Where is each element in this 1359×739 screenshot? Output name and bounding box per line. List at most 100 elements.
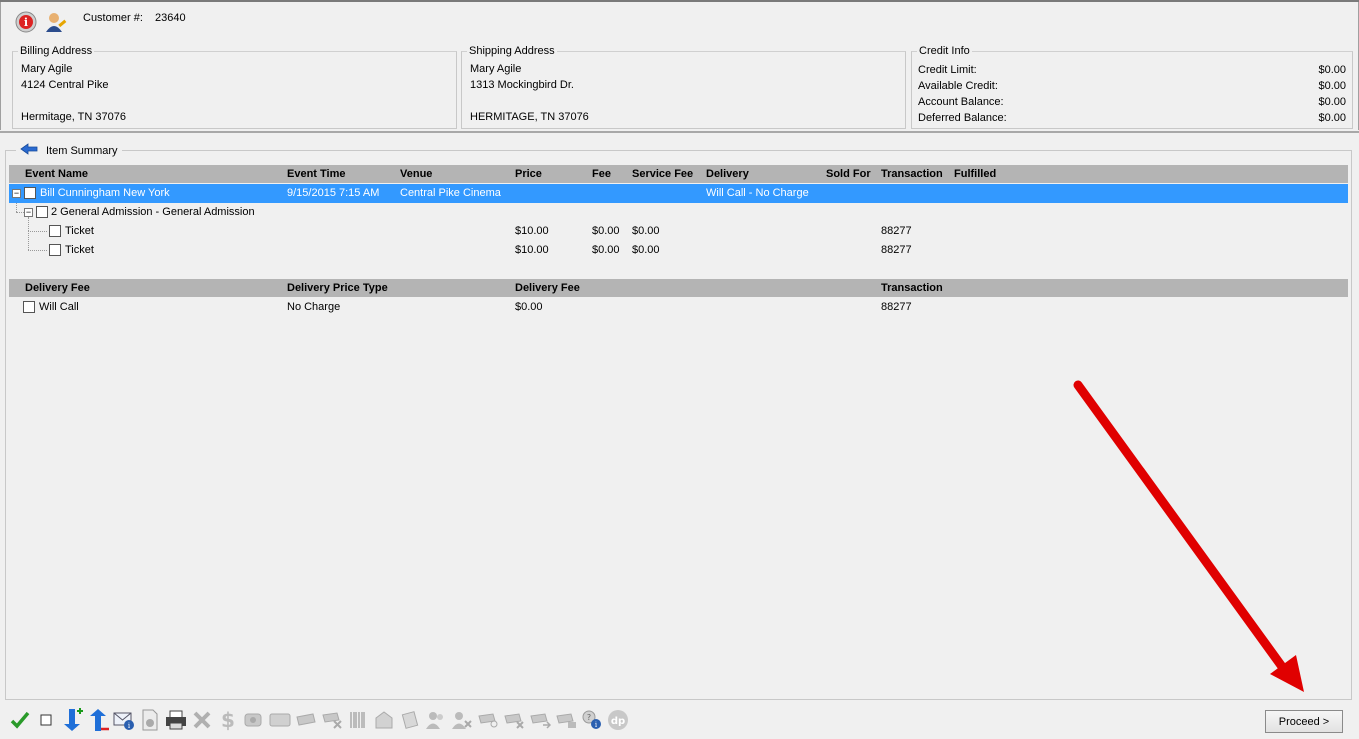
credit-info-legend: Credit Info [917,45,972,57]
event-name: Bill Cunningham New York [40,187,170,199]
shipping-address-legend: Shipping Address [467,45,557,57]
available-credit-label: Available Credit: [918,80,998,92]
deferred-balance-label: Deferred Balance: [918,112,1007,124]
tree-line [16,212,24,213]
event-time: 9/15/2015 7:15 AM [287,187,380,199]
col-event-name[interactable]: Event Name [25,168,88,180]
ticket-transaction: 88277 [881,244,912,256]
printer-icon[interactable] [164,707,187,732]
ticket-transaction: 88277 [881,225,912,237]
billing-address-legend: Billing Address [18,45,95,57]
col-delivery-fee[interactable]: Delivery Fee [25,282,90,294]
col-fulfilled[interactable]: Fulfilled [954,168,996,180]
proceed-button[interactable]: Proceed > [1265,710,1343,733]
ticket-name: Ticket [65,225,94,237]
customer-header: i Customer #: 23640 Billing Address Mary… [0,2,1359,130]
ticket-fee: $0.00 [592,244,620,256]
item-summary-panel: Item Summary Event Name Event Time Venue… [5,143,1352,700]
col-delivery-price-type[interactable]: Delivery Price Type [287,282,388,294]
col-sold-for[interactable]: Sold For [826,168,871,180]
shipping-street: 1313 Mockingbird Dr. [470,79,574,91]
users-icon [424,707,447,732]
ticket-print-icon [554,707,577,732]
credit-limit-label: Credit Limit: [918,64,977,76]
move-up-remove-icon[interactable] [86,707,109,732]
credit-limit-row: Credit Limit: $0.00 [918,64,1346,76]
delivery-grid-header: Delivery Fee Delivery Price Type Deliver… [9,279,1348,297]
dp-logo-icon: dp [606,707,629,732]
action-toolbar: i $ ? i dp [8,707,629,732]
ticket-name: Ticket [65,244,94,256]
ticket-checkbox[interactable] [49,225,61,237]
shipping-name: Mary Agile [470,63,522,75]
shipping-address-group: Shipping Address Mary Agile 1313 Mocking… [461,45,906,129]
customer-edit-icon[interactable] [44,10,68,34]
email-info-icon[interactable]: i [112,707,135,732]
col-delivery-fee-amount[interactable]: Delivery Fee [515,282,580,294]
group-name: 2 General Admission - General Admission [51,206,255,218]
billing-address-group: Billing Address Mary Agile 4124 Central … [12,45,457,129]
tree-line [28,231,47,232]
svg-text:dp: dp [610,716,624,727]
col-delivery-transaction[interactable]: Transaction [881,282,943,294]
billing-street: 4124 Central Pike [21,79,109,91]
collapse-group-toggle[interactable]: − [24,208,33,217]
col-price[interactable]: Price [515,168,542,180]
credit-limit-value: $0.00 [1318,64,1346,76]
ticket-transfer-icon [528,707,551,732]
customer-number: 23640 [155,12,186,24]
ticket-fee: $0.00 [592,225,620,237]
help-lookup-icon: ? i [580,707,603,732]
tree-line [16,203,17,212]
ticket-refresh-icon [476,707,499,732]
col-service-fee[interactable]: Service Fee [632,168,693,180]
ticket-service-fee: $0.00 [632,244,660,256]
delivery-row[interactable]: Will Call No Charge $0.00 88277 [9,298,1348,317]
info-icon[interactable]: i [14,10,38,34]
delivery-price-type: No Charge [287,301,341,313]
col-event-time[interactable]: Event Time [287,168,346,180]
account-balance-label: Account Balance: [918,96,1004,108]
admission-group-row[interactable]: − 2 General Admission - General Admissio… [9,203,1348,222]
barcode-icon [346,707,369,732]
shipping-city: HERMITAGE, TN 37076 [470,111,589,123]
document-info-icon[interactable] [138,707,161,732]
group-checkbox[interactable] [36,206,48,218]
ticket-row[interactable]: Ticket $10.00 $0.00 $0.00 88277 [9,231,1348,260]
item-summary-label: Item Summary [46,144,118,157]
col-fee[interactable]: Fee [592,168,611,180]
select-all-checkbox-icon[interactable] [34,707,57,732]
delivery-name: Will Call [39,301,79,313]
event-checkbox[interactable] [24,187,36,199]
col-delivery[interactable]: Delivery [706,168,749,180]
back-arrow-icon[interactable] [20,143,38,158]
available-credit-row: Available Credit: $0.00 [918,80,1346,92]
header-separator [0,131,1359,133]
credit-info-group: Credit Info Credit Limit: $0.00 Availabl… [911,45,1353,129]
move-down-add-icon[interactable] [60,707,83,732]
ticket-price: $10.00 [515,244,549,256]
account-balance-row: Account Balance: $0.00 [918,96,1346,108]
event-delivery: Will Call - No Charge [706,187,809,199]
event-row[interactable]: − Bill Cunningham New York 9/15/2015 7:1… [9,184,1348,203]
deferred-balance-row: Deferred Balance: $0.00 [918,112,1346,124]
envelope-open-icon [372,707,395,732]
item-summary-title: Item Summary [16,143,122,158]
svg-text:i: i [24,16,28,29]
ticket-cancel-icon [502,707,525,732]
col-venue[interactable]: Venue [400,168,432,180]
col-transaction[interactable]: Transaction [881,168,943,180]
delivery-checkbox[interactable] [23,301,35,313]
dollar-icon: $ [216,707,239,732]
checkmark-icon[interactable] [8,707,31,732]
ticket-row[interactable]: Ticket $10.00 $0.00 $0.00 88277 [9,217,1348,241]
delete-icon [190,707,213,732]
collapse-event-toggle[interactable]: − [12,189,21,198]
tree-line [28,217,29,231]
scroll-icon [398,707,421,732]
svg-text:?: ? [586,713,590,722]
available-credit-value: $0.00 [1318,80,1346,92]
billing-name: Mary Agile [21,63,73,75]
items-grid-header: Event Name Event Time Venue Price Fee Se… [9,165,1348,183]
ticket-checkbox[interactable] [49,244,61,256]
